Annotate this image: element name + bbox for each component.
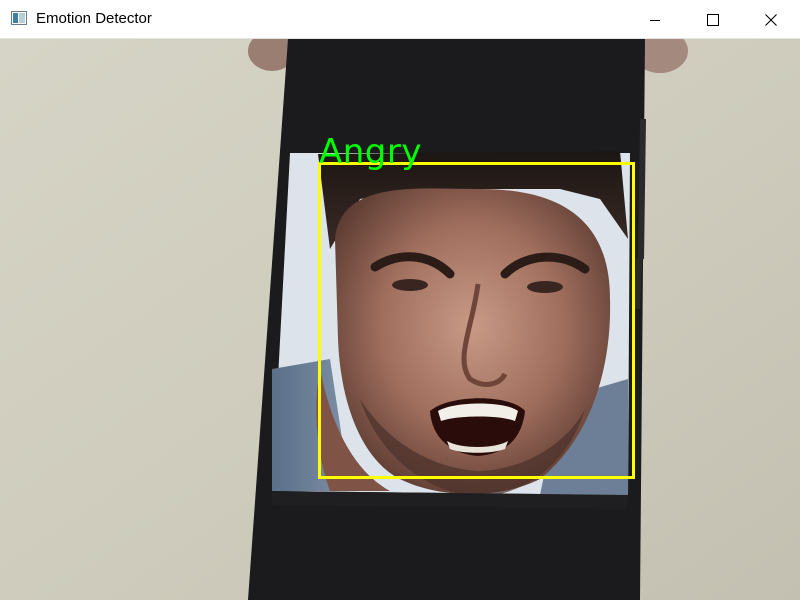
minimize-icon [649, 14, 661, 26]
minimize-button[interactable] [626, 0, 684, 39]
app-icon [11, 11, 27, 25]
maximize-button[interactable] [684, 0, 742, 39]
app-window: Emotion Detector Angry [0, 0, 800, 600]
camera-feed: Angry [0, 39, 800, 600]
close-button[interactable] [742, 0, 800, 39]
face-detection-box [318, 162, 635, 479]
window-title: Emotion Detector [36, 10, 152, 27]
emotion-label: Angry [319, 132, 422, 172]
close-icon [765, 13, 777, 26]
maximize-icon [707, 13, 719, 26]
title-bar[interactable]: Emotion Detector [0, 0, 800, 39]
